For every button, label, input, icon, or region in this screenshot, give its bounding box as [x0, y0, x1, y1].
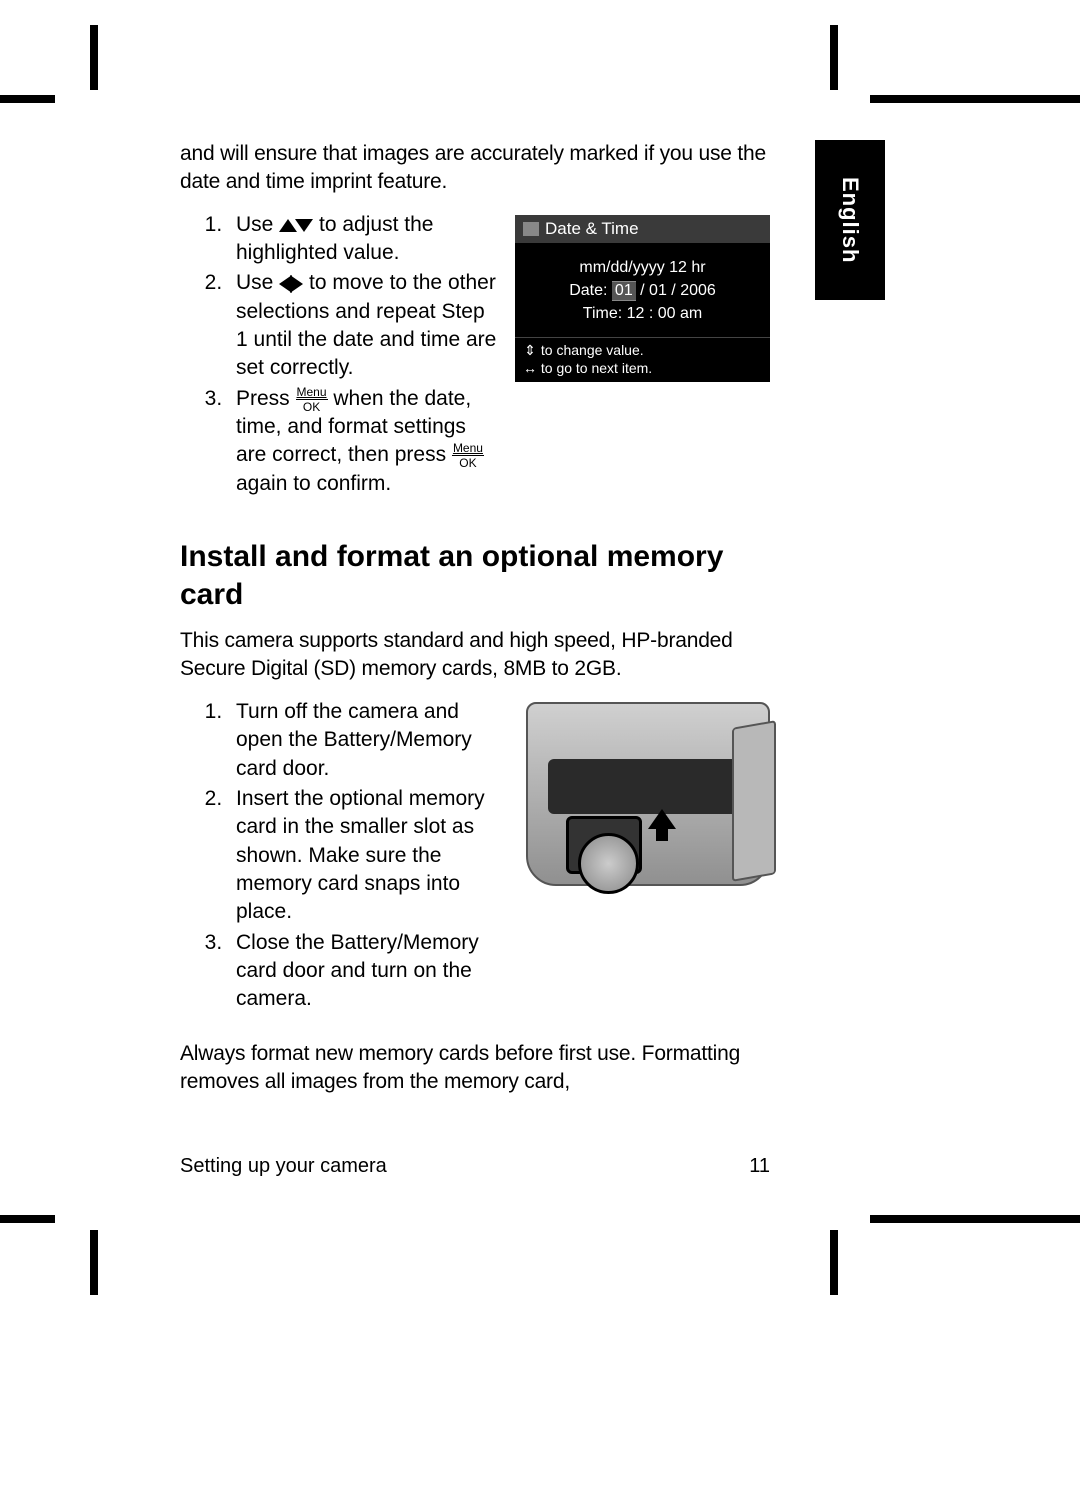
intro-paragraph: and will ensure that images are accurate… — [180, 140, 770, 197]
camera-slot — [548, 759, 748, 814]
step-text: Turn off the camera and open the Battery… — [236, 698, 508, 783]
date-time-steps: Use to adjust the highlighted value. Use… — [180, 211, 497, 500]
language-tab-label: English — [837, 177, 863, 263]
menu-ok-icon: Menu OK — [296, 386, 328, 413]
arrow-down-icon — [295, 219, 313, 232]
crop-mark — [870, 95, 1080, 103]
lcd-footer: ⇕ to change value. ↔ to go to next item. — [515, 337, 770, 382]
footer-page-number: 11 — [749, 1155, 770, 1178]
crop-mark — [90, 25, 98, 90]
lcd-date-highlight: 01 — [612, 281, 636, 301]
menu-ok-bottom: OK — [296, 400, 328, 413]
step-text: Use — [236, 213, 279, 236]
lcd-title-text: Date & Time — [545, 219, 639, 239]
lcd-body: mm/dd/yyyy 12 hr Date: 01 / 01 / 2006 Ti… — [515, 243, 770, 337]
crop-mark — [0, 1215, 55, 1223]
crop-mark — [0, 95, 55, 103]
date-time-lcd: Date & Time mm/dd/yyyy 12 hr Date: 01 / … — [515, 215, 770, 382]
crop-mark — [830, 25, 838, 90]
lcd-footer-text: to go to next item. — [541, 360, 652, 376]
memcard-outro: Always format new memory cards before fi… — [180, 1040, 770, 1097]
memcard-intro: This camera supports standard and high s… — [180, 627, 770, 684]
section-heading: Install and format an optional memory ca… — [180, 538, 770, 613]
date-time-step-3: Press Menu OK when the date, time, and f… — [228, 385, 497, 498]
page-body: and will ensure that images are accurate… — [180, 140, 770, 1110]
crop-mark — [870, 1215, 1080, 1223]
memcard-step-1: Turn off the camera and open the Battery… — [228, 698, 508, 783]
date-time-step-2: Use to move to the other selections and … — [228, 269, 497, 382]
menu-ok-top: Menu — [296, 386, 328, 400]
crop-mark — [90, 1230, 98, 1295]
step-text: again to confirm. — [236, 472, 391, 495]
step-text: Use — [236, 271, 279, 294]
lcd-footer-line-1: ⇕ to change value. — [523, 341, 762, 359]
lcd-date-line: Date: 01 / 01 / 2006 — [515, 281, 770, 301]
step-text: Press — [236, 387, 296, 410]
step-text: Insert the optional memory card in the s… — [236, 785, 508, 927]
calendar-clock-icon — [523, 222, 539, 236]
menu-ok-top: Menu — [452, 442, 484, 456]
camera-illustration — [526, 702, 770, 886]
leftright-symbol: ↔ — [523, 359, 537, 377]
date-time-step-1: Use to adjust the highlighted value. — [228, 211, 497, 268]
language-tab: English — [815, 140, 885, 300]
menu-ok-bottom: OK — [452, 456, 484, 469]
memcard-steps: Turn off the camera and open the Battery… — [180, 698, 508, 1016]
memcard-steps-block: Turn off the camera and open the Battery… — [180, 698, 770, 1030]
running-footer: Setting up your camera 11 — [180, 1155, 770, 1178]
footer-section: Setting up your camera — [180, 1155, 387, 1178]
lcd-format-line: mm/dd/yyyy 12 hr — [515, 259, 770, 277]
lcd-date-label: Date: — [569, 282, 607, 299]
lcd-time-line: Time: 12 : 00 am — [515, 305, 770, 323]
updown-symbol: ⇕ — [523, 341, 537, 359]
lcd-date-rest: / 01 / 2006 — [636, 282, 716, 299]
lcd-title-bar: Date & Time — [515, 215, 770, 243]
memcard-step-3: Close the Battery/Memory card door and t… — [228, 929, 508, 1014]
menu-ok-icon: Menu OK — [452, 442, 484, 469]
lcd-footer-line-2: ↔ to go to next item. — [523, 359, 762, 377]
lcd-time-label: Time: — [583, 305, 622, 322]
insert-arrow-icon — [648, 809, 676, 829]
arrow-right-icon — [290, 275, 303, 293]
date-time-steps-block: Use to adjust the highlighted value. Use… — [180, 211, 770, 514]
crop-mark — [830, 1230, 838, 1295]
lcd-footer-text: to change value. — [541, 342, 644, 358]
camera-door — [732, 720, 776, 882]
lcd-time-value: 12 : 00 am — [627, 305, 703, 322]
memcard-step-2: Insert the optional memory card in the s… — [228, 785, 508, 927]
camera-detail — [578, 833, 639, 894]
